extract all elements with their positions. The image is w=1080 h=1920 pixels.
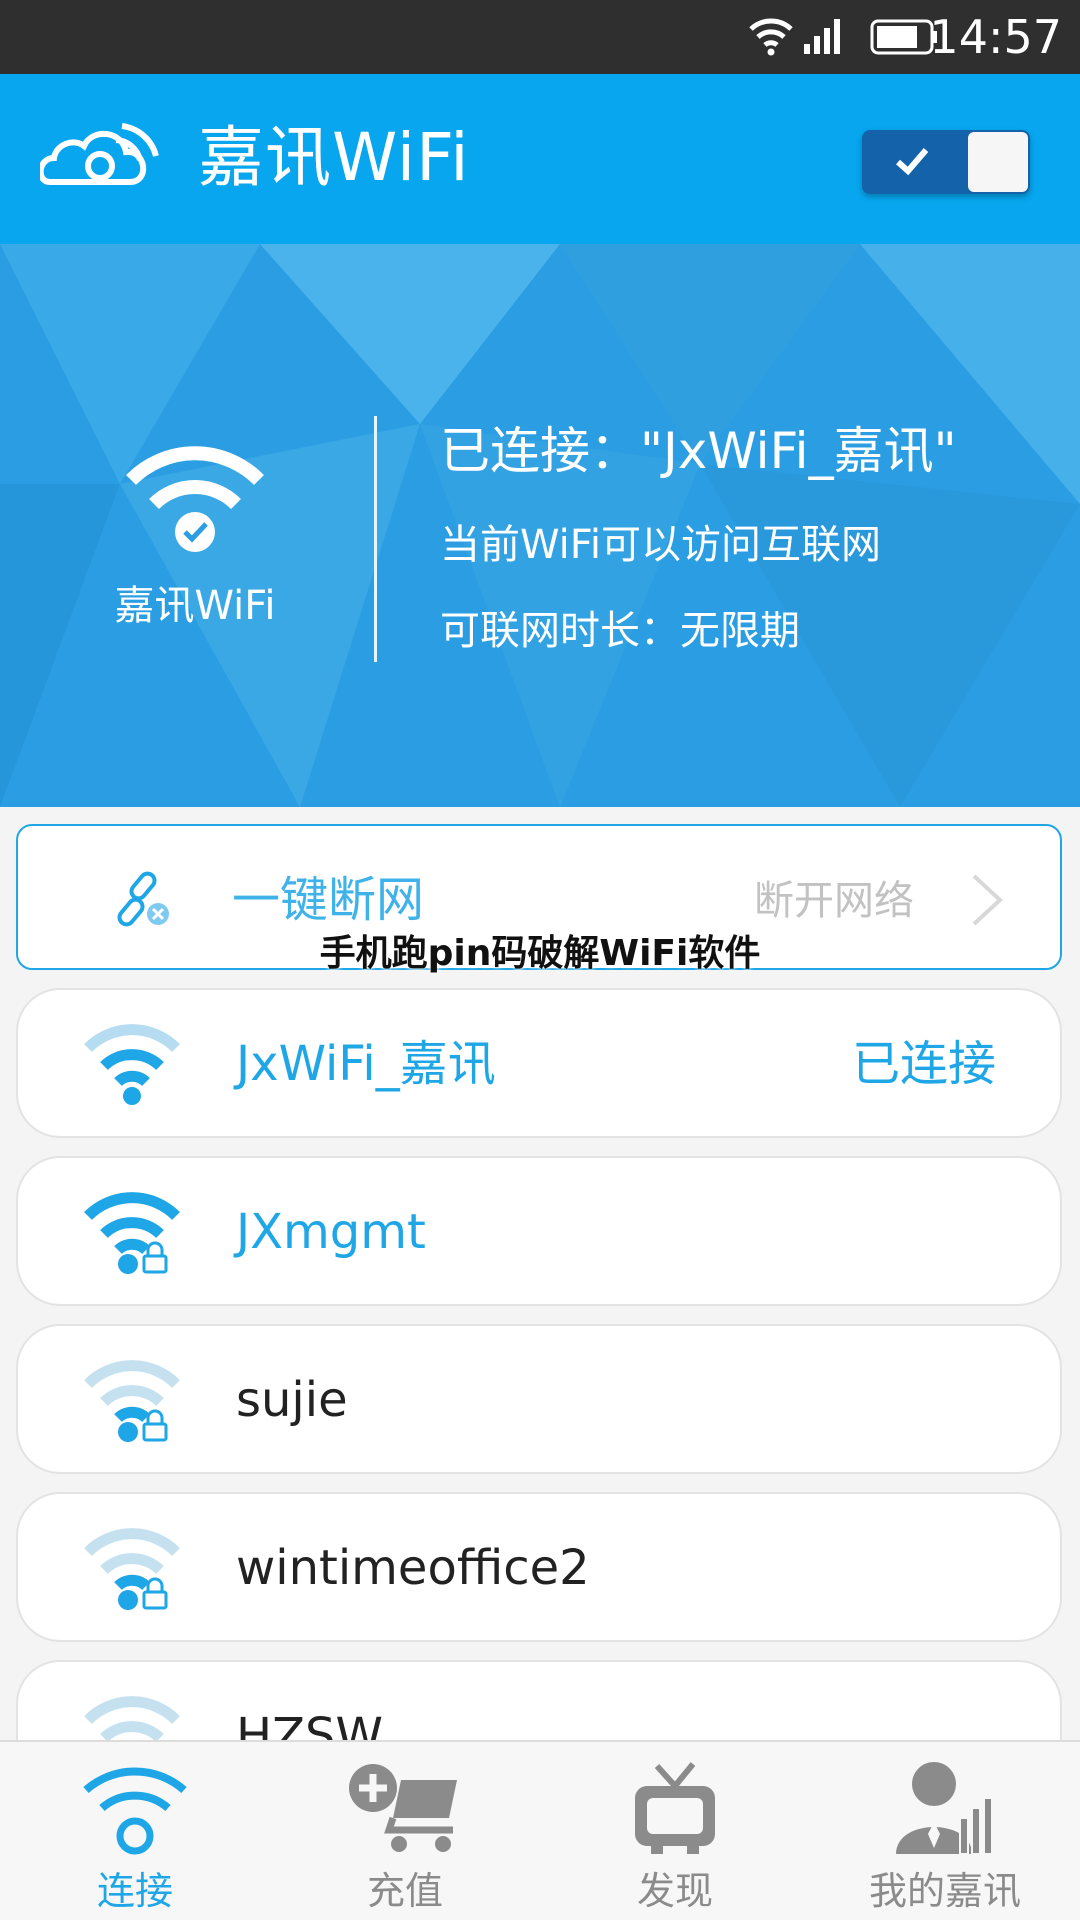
nav-tab-connect[interactable]: 连接 bbox=[0, 1742, 270, 1920]
network-status: 已连接 bbox=[851, 1036, 996, 1092]
banner-divider bbox=[374, 416, 377, 662]
nav-label: 我的嘉讯 bbox=[868, 1869, 1021, 1913]
network-item[interactable]: sujie bbox=[16, 1324, 1062, 1474]
screen: 14:57 嘉讯WiFi 嘉讯WiFi 已连接："JxWiFi_嘉讯" 当前Wi… bbox=[0, 0, 1080, 1920]
nav-tab-recharge[interactable]: 充值 bbox=[270, 1742, 540, 1920]
network-ssid: sujie bbox=[236, 1372, 348, 1428]
cart-icon bbox=[349, 1764, 457, 1852]
status-bar: 14:57 bbox=[0, 0, 1080, 74]
connected-network-label: 嘉讯WiFi bbox=[114, 583, 276, 629]
connected-status-text: 已连接："JxWiFi_嘉讯" bbox=[440, 422, 957, 480]
app-title: 嘉讯WiFi bbox=[198, 119, 470, 196]
unlink-icon bbox=[117, 871, 169, 927]
network-ssid: wintimeoffice2 bbox=[236, 1540, 590, 1596]
wifi-locked-icon bbox=[84, 1360, 180, 1442]
nav-label: 充值 bbox=[366, 1869, 443, 1913]
wifi-icon bbox=[83, 1767, 187, 1855]
chevron-right-icon bbox=[972, 874, 1003, 926]
disconnect-action[interactable]: 断开网络 bbox=[754, 874, 914, 928]
toggle-knob bbox=[968, 132, 1028, 192]
bottom-nav: 连接 充值 发现 我的嘉讯 bbox=[0, 1740, 1080, 1920]
check-icon bbox=[895, 148, 929, 176]
wifi-locked-icon bbox=[84, 1528, 180, 1610]
wifi-locked-icon bbox=[84, 1192, 180, 1274]
network-item[interactable]: JxWiFi_嘉讯 已连接 bbox=[16, 988, 1062, 1138]
nav-label: 发现 bbox=[636, 1869, 713, 1913]
connection-duration-text: 可联网时长：无限期 bbox=[440, 608, 800, 654]
wifi-status-icon bbox=[749, 18, 793, 56]
battery-icon bbox=[870, 19, 937, 55]
connection-banner: 嘉讯WiFi 已连接："JxWiFi_嘉讯" 当前WiFi可以访问互联网 可联网… bbox=[0, 244, 1080, 807]
signal-icon bbox=[804, 19, 840, 54]
tv-icon bbox=[635, 1762, 715, 1854]
network-ssid: JxWiFi_嘉讯 bbox=[236, 1036, 496, 1092]
nav-tab-my[interactable]: 我的嘉讯 bbox=[810, 1742, 1080, 1920]
internet-access-text: 当前WiFi可以访问互联网 bbox=[440, 522, 881, 568]
app-logo-icon bbox=[40, 123, 159, 185]
wifi-signal-icon bbox=[84, 1024, 180, 1105]
network-item[interactable]: JXmgmt bbox=[16, 1156, 1062, 1306]
status-time: 14:57 bbox=[929, 10, 1062, 64]
disconnect-label: 一键断网 bbox=[232, 872, 425, 928]
watermark-text: 手机跑pin码破解WiFi软件 bbox=[319, 933, 761, 974]
nav-tab-discover[interactable]: 发现 bbox=[540, 1742, 810, 1920]
app-bar: 嘉讯WiFi bbox=[0, 74, 1080, 244]
network-item[interactable]: wintimeoffice2 bbox=[16, 1492, 1062, 1642]
user-chart-icon bbox=[896, 1762, 993, 1855]
connected-wifi-icon bbox=[126, 446, 264, 552]
nav-label: 连接 bbox=[96, 1869, 173, 1913]
wifi-toggle[interactable] bbox=[862, 130, 1030, 194]
network-ssid: JXmgmt bbox=[236, 1204, 426, 1260]
